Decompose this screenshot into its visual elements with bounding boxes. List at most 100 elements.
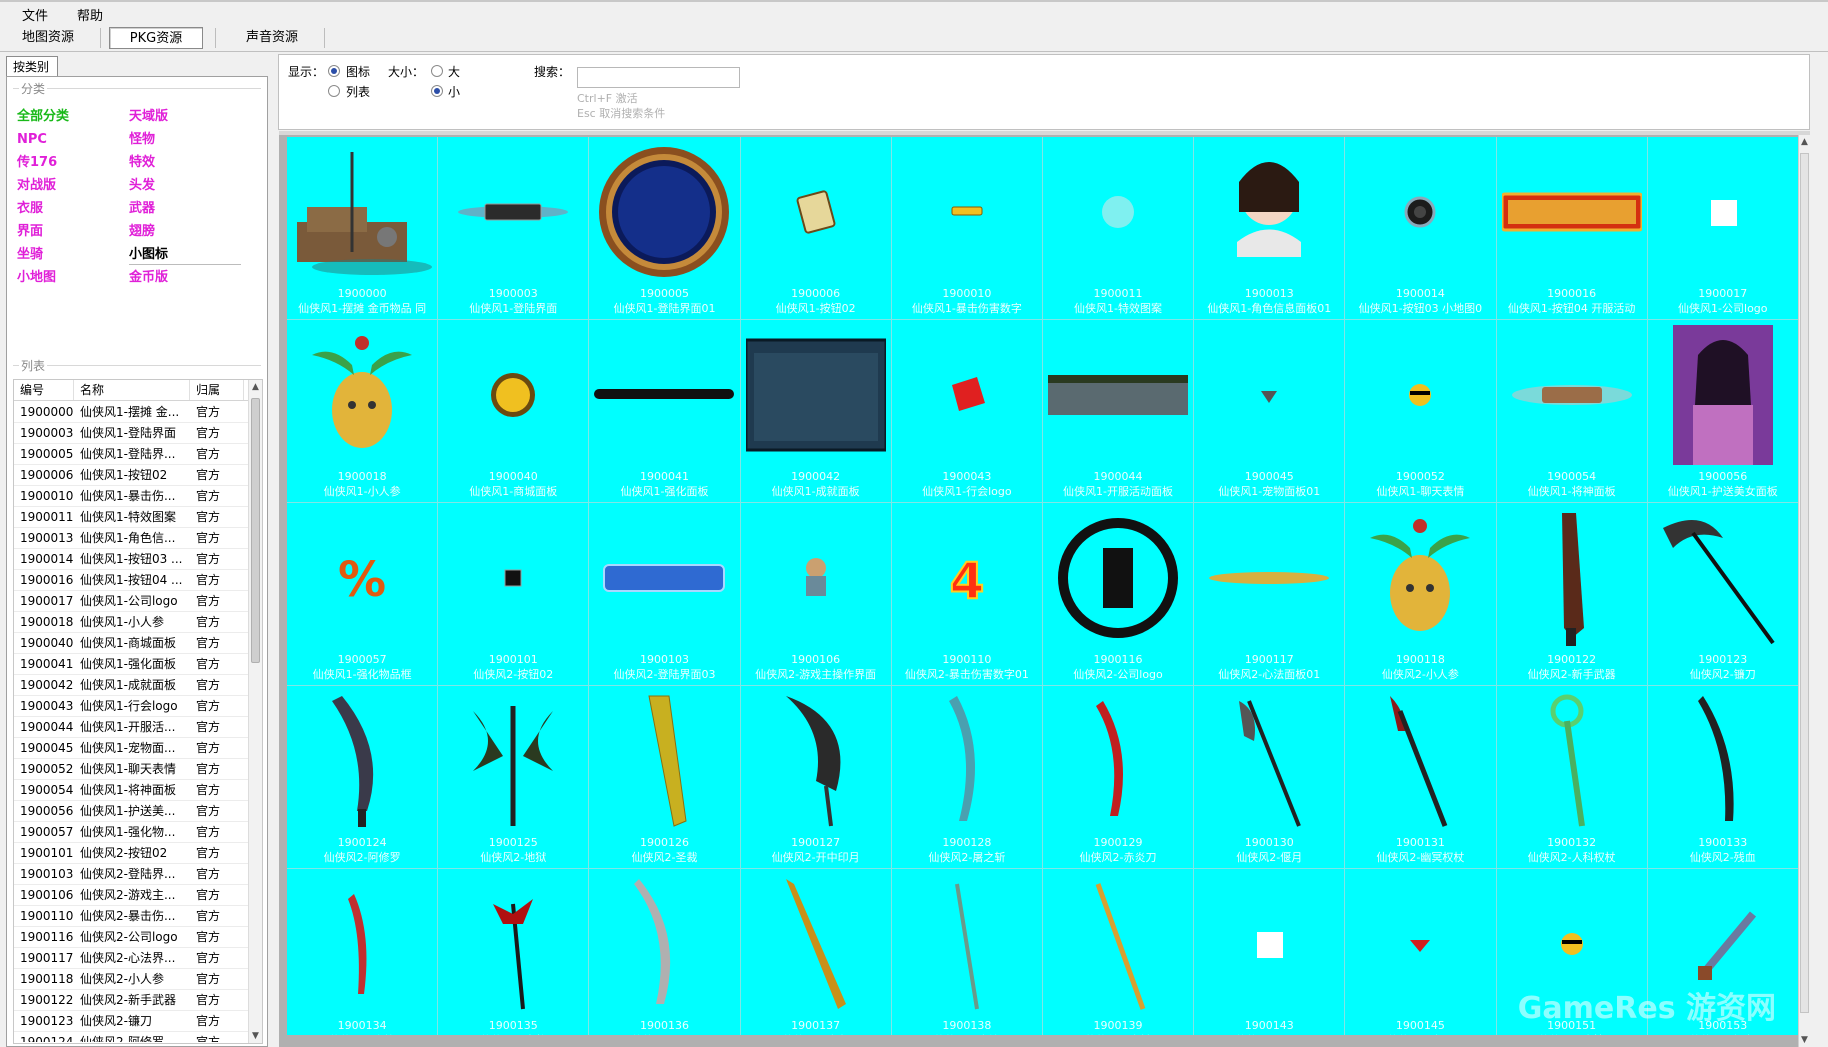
category-item[interactable]: 翅膀 <box>129 222 241 242</box>
icon-tile[interactable]: 1900014 仙侠风1-按钮03 小地图0 <box>1345 137 1497 320</box>
scroll-up-icon[interactable]: ▲ <box>1799 135 1810 149</box>
icon-tile[interactable]: 1900132 仙侠风2-人科权杖 <box>1496 686 1648 869</box>
list-row[interactable]: 1900041 仙侠风1-强化面板 官方 <box>14 654 250 675</box>
display-icon-label[interactable]: 图标 <box>346 63 370 80</box>
icon-tile[interactable]: % 1900057 仙侠风1-强化物品框 <box>287 503 439 686</box>
tab-pkg-resources[interactable]: PKG资源 <box>109 27 204 49</box>
icon-tile[interactable]: 1900123 仙侠风2-镰刀 <box>1647 503 1799 686</box>
search-input[interactable] <box>577 67 740 88</box>
icon-tile[interactable]: 1900054 仙侠风1-将神面板 <box>1496 320 1648 503</box>
list-row[interactable]: 1900045 仙侠风1-宠物面... 官方 <box>14 738 250 759</box>
list-row[interactable]: 1900014 仙侠风1-按钮03 ... 官方 <box>14 549 250 570</box>
list-row[interactable]: 1900000 仙侠风1-摆摊 金... 官方 <box>14 402 250 423</box>
icon-tile[interactable]: 1900128 仙侠风2-屠之斩 <box>891 686 1043 869</box>
list-row[interactable]: 1900117 仙侠风2-心法界... 官方 <box>14 948 250 969</box>
category-item[interactable]: 金币版 <box>129 268 241 288</box>
list-row[interactable]: 1900122 仙侠风2-新手武器 官方 <box>14 990 250 1011</box>
menu-help[interactable]: 帮助 <box>77 5 154 24</box>
list-row[interactable]: 1900016 仙侠风1-按钮04 ... 官方 <box>14 570 250 591</box>
list-row[interactable]: 1900103 仙侠风2-登陆界... 官方 <box>14 864 250 885</box>
icon-tile[interactable]: 1900103 仙侠风2-登陆界面03 <box>589 503 741 686</box>
list-row[interactable]: 1900005 仙侠风1-登陆界... 官方 <box>14 444 250 465</box>
category-item[interactable]: 小图标 <box>129 245 241 265</box>
icon-tile[interactable]: 1900116 仙侠风2-公司logo <box>1042 503 1195 686</box>
display-icon-radio[interactable] <box>328 65 340 77</box>
icon-tile[interactable]: 1900131 仙侠风2-幽冥权杖 <box>1345 686 1497 869</box>
list-row[interactable]: 1900042 仙侠风1-成就面板 官方 <box>14 675 250 696</box>
tab-sound-resources[interactable]: 声音资源 <box>224 26 320 48</box>
icon-tile[interactable]: 1900124 仙侠风2-阿修罗 <box>287 686 439 869</box>
scroll-up-icon[interactable]: ▲ <box>249 380 262 394</box>
icon-tile[interactable]: 1900117 仙侠风2-心法面板01 <box>1194 503 1346 686</box>
icon-tile[interactable]: 1900017 仙侠风1-公司logo <box>1647 137 1799 320</box>
list-row[interactable]: 1900101 仙侠风2-按钮02 官方 <box>14 843 250 864</box>
icon-tile[interactable]: 4 1900110 仙侠风2-暴击伤害数字01 <box>891 503 1043 686</box>
category-item[interactable]: 天域版 <box>129 107 241 127</box>
icon-tile[interactable]: 1900143 仙侠风2-logo <box>1194 869 1346 1035</box>
list-row[interactable]: 1900118 仙侠风2-小人参 官方 <box>14 969 250 990</box>
list-row[interactable]: 1900054 仙侠风1-将神面板 官方 <box>14 780 250 801</box>
list-row[interactable]: 1900013 仙侠风1-角色信... 官方 <box>14 528 250 549</box>
list-row[interactable]: 1900003 仙侠风1-登陆界面 官方 <box>14 423 250 444</box>
icon-tile[interactable]: 1900056 仙侠风1-护送美女面板 <box>1647 320 1799 503</box>
scroll-down-icon[interactable]: ▼ <box>1799 1033 1810 1047</box>
icon-tile[interactable]: 1900016 仙侠风1-按钮04 开服活动 <box>1496 137 1648 320</box>
icon-tile[interactable]: 1900040 仙侠风1-商城面板 <box>438 320 590 503</box>
column-name[interactable]: 名称 <box>74 380 190 400</box>
icon-tile[interactable]: 1900145 仙侠风2-宝石 <box>1345 869 1497 1035</box>
icon-tile[interactable]: 1900010 仙侠风1-暴击伤害数字 <box>891 137 1043 320</box>
gallery-scrollbar[interactable]: ▲ ▼ <box>1798 135 1810 1047</box>
list-row[interactable]: 1900043 仙侠风1-行会logo 官方 <box>14 696 250 717</box>
size-small-label[interactable]: 小 <box>448 83 460 100</box>
list-row[interactable]: 1900006 仙侠风1-按钮02 官方 <box>14 465 250 486</box>
icon-tile[interactable]: 1900011 仙侠风1-特效图案 <box>1042 137 1195 320</box>
icon-tile[interactable]: 1900122 仙侠风2-新手武器 <box>1496 503 1648 686</box>
icon-tile[interactable]: 1900013 仙侠风1-角色信息面板01 <box>1194 137 1346 320</box>
icon-tile[interactable]: 1900000 仙侠风1-摆摊 金币物品 同 <box>287 137 439 320</box>
icon-tile[interactable]: 1900129 仙侠风2-赤炎刀 <box>1042 686 1195 869</box>
icon-tile[interactable]: 1900042 仙侠风1-成就面板 <box>740 320 892 503</box>
category-item[interactable]: 坐骑 <box>17 245 129 265</box>
icon-tile[interactable]: 1900118 仙侠风2-小人参 <box>1345 503 1497 686</box>
icon-tile[interactable]: 1900134 仙侠风2-赤焰 <box>287 869 439 1035</box>
list-row[interactable]: 1900123 仙侠风2-镰刀 官方 <box>14 1011 250 1032</box>
list-scroll-thumb[interactable] <box>251 398 260 663</box>
tab-map-resources[interactable]: 地图资源 <box>0 26 96 48</box>
list-row[interactable]: 1900040 仙侠风1-商城面板 官方 <box>14 633 250 654</box>
icon-tile[interactable]: 1900045 仙侠风1-宠物面板01 <box>1194 320 1346 503</box>
icon-tile[interactable]: 1900130 仙侠风2-偃月 <box>1194 686 1346 869</box>
list-row[interactable]: 1900052 仙侠风1-聊天表情 官方 <box>14 759 250 780</box>
gallery-scroll-thumb[interactable] <box>1800 153 1809 1013</box>
category-item[interactable]: 传176 <box>17 153 129 173</box>
category-item[interactable]: 界面 <box>17 222 129 242</box>
icon-tile[interactable]: 1900006 仙侠风1-按钮02 <box>740 137 892 320</box>
icon-tile[interactable]: 1900106 仙侠风2-游戏主操作界面 <box>740 503 892 686</box>
icon-tile[interactable]: 1900125 仙侠风2-地狱 <box>438 686 590 869</box>
menu-file[interactable]: 文件 <box>0 5 77 24</box>
icon-tile[interactable]: 1900044 仙侠风1-开服活动面板 <box>1042 320 1195 503</box>
icon-tile[interactable]: 1900137 仙侠风2-金龙 <box>741 869 892 1035</box>
list-row[interactable]: 1900011 仙侠风1-特效图案 官方 <box>14 507 250 528</box>
icon-tile[interactable]: 1900127 仙侠风2-开中印月 <box>740 686 892 869</box>
category-item[interactable]: 怪物 <box>129 130 241 150</box>
icon-tile[interactable]: 1900135 仙侠风2-魔戟 <box>438 869 590 1035</box>
icon-tile[interactable]: 1900133 仙侠风2-残血 <box>1647 686 1799 869</box>
icon-tile[interactable]: 1900136 仙侠风2-灵刃 <box>589 869 741 1035</box>
column-id[interactable]: 编号 <box>14 380 74 400</box>
list-row[interactable]: 1900124 仙侠风2-阿修罗 官方 <box>14 1032 250 1042</box>
display-list-radio[interactable] <box>328 85 340 97</box>
category-item[interactable]: 小地图 <box>17 268 129 288</box>
category-item[interactable]: 武器 <box>129 199 241 219</box>
icon-tile[interactable]: 1900138 仙侠风2-青锋 <box>892 869 1043 1035</box>
list-row[interactable]: 1900056 仙侠风1-护送美... 官方 <box>14 801 250 822</box>
category-item[interactable]: 特效 <box>129 153 241 173</box>
icon-tile[interactable]: 1900043 仙侠风1-行会logo <box>891 320 1043 503</box>
size-small-radio[interactable] <box>431 85 443 97</box>
list-row[interactable]: 1900106 仙侠风2-游戏主... 官方 <box>14 885 250 906</box>
list-scrollbar[interactable]: ▲ ▼ <box>248 380 262 1043</box>
category-item[interactable]: 全部分类 <box>17 107 129 127</box>
icon-tile[interactable]: 1900052 仙侠风1-聊天表情 <box>1345 320 1497 503</box>
size-large-label[interactable]: 大 <box>448 63 460 80</box>
category-item[interactable]: 头发 <box>129 176 241 196</box>
list-row[interactable]: 1900018 仙侠风1-小人参 官方 <box>14 612 250 633</box>
